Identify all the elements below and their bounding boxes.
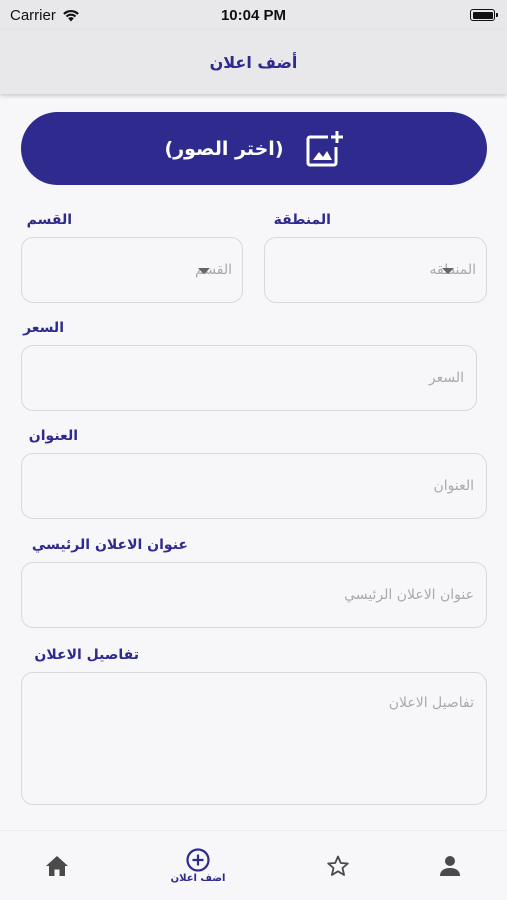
address-label: العنوان [28,428,78,444]
star-icon [327,855,349,876]
category-label: القسم [26,212,72,228]
price-label: السعر [23,320,64,336]
price-input[interactable] [22,346,476,410]
add-circle-icon [186,848,210,872]
details-textarea[interactable] [22,673,486,804]
choose-images-label: (اختر الصور) [164,137,284,160]
status-left: Carrier [10,7,80,24]
region-label: المنطقة [273,212,331,228]
choose-images-button[interactable]: (اختر الصور) [21,112,487,185]
tab-favorites[interactable] [298,831,378,900]
price-field[interactable] [21,345,477,411]
nav-bar: أضف اعلان [0,30,507,94]
address-input[interactable] [22,454,486,518]
region-select[interactable]: المنطقه [264,237,487,303]
tab-home[interactable] [17,831,97,900]
chevron-down-icon [442,268,454,274]
details-label: تفاصيل الاعلان [34,647,139,663]
home-icon [46,856,68,876]
person-icon [440,856,460,876]
tab-add-ad[interactable]: اضف اعلان [158,831,238,900]
add-photo-icon [306,130,343,166]
wifi-icon [63,9,79,21]
status-bar: Carrier 10:04 PM [0,0,507,30]
main-title-label: عنوان الاعلان الرئيسي [31,537,188,553]
carrier-label: Carrier [10,6,56,24]
main-title-field[interactable] [21,562,487,628]
chevron-down-icon [198,268,210,274]
category-select[interactable]: القسم [21,237,243,303]
tab-profile[interactable] [410,831,490,900]
details-field[interactable] [21,672,487,805]
page-title: أضف اعلان [209,52,298,72]
battery-icon [470,9,498,21]
tab-add-ad-label: اضف اعلان [170,873,226,884]
address-field[interactable] [21,453,487,519]
bottom-tab-bar: اضف اعلان [0,830,507,900]
main-title-input[interactable] [22,563,486,627]
